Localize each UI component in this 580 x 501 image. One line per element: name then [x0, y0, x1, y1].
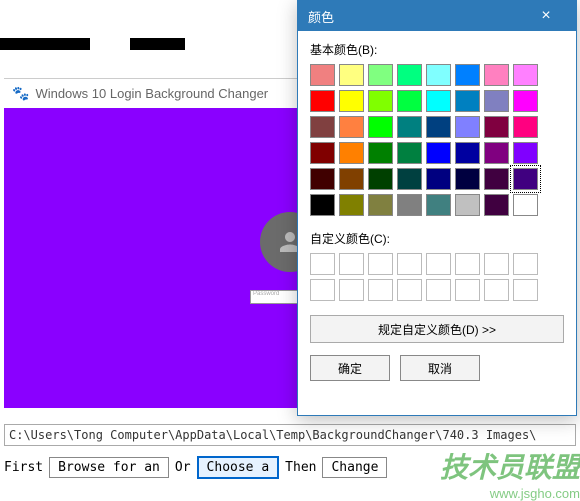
dialog-titlebar: 颜色 × — [298, 1, 576, 31]
color-swatch[interactable] — [397, 194, 422, 216]
color-swatch[interactable] — [310, 142, 335, 164]
basic-colors-label: 基本颜色(B): — [310, 41, 564, 58]
choose-button[interactable]: Choose a — [197, 456, 280, 479]
path-input[interactable]: C:\Users\Tong Computer\AppData\Local\Tem… — [4, 424, 576, 446]
ok-button[interactable]: 确定 — [310, 355, 390, 381]
color-swatch[interactable] — [368, 116, 393, 138]
color-dialog: 颜色 × 基本颜色(B): 自定义颜色(C): 规定自定义颜色(D) >> 确定… — [297, 0, 577, 416]
browse-button[interactable]: Browse for an — [49, 457, 169, 478]
color-swatch[interactable] — [310, 64, 335, 86]
dialog-close-icon[interactable]: × — [526, 1, 566, 31]
color-swatch[interactable] — [484, 194, 509, 216]
color-swatch[interactable] — [513, 64, 538, 86]
basic-color-grid — [310, 64, 564, 216]
color-swatch[interactable] — [368, 194, 393, 216]
color-swatch[interactable] — [455, 90, 480, 112]
custom-color-grid — [310, 253, 564, 301]
color-swatch[interactable] — [484, 168, 509, 190]
custom-colors-label: 自定义颜色(C): — [310, 230, 564, 247]
cancel-button[interactable]: 取消 — [400, 355, 480, 381]
color-swatch[interactable] — [513, 168, 538, 190]
color-swatch[interactable] — [397, 116, 422, 138]
custom-swatch[interactable] — [368, 253, 393, 275]
color-swatch[interactable] — [426, 194, 451, 216]
color-swatch[interactable] — [513, 142, 538, 164]
color-swatch[interactable] — [339, 90, 364, 112]
custom-swatch[interactable] — [310, 253, 335, 275]
custom-swatch[interactable] — [455, 253, 480, 275]
custom-swatch[interactable] — [397, 279, 422, 301]
color-swatch[interactable] — [368, 168, 393, 190]
custom-swatch[interactable] — [339, 253, 364, 275]
app-title: Windows 10 Login Background Changer — [35, 86, 268, 101]
color-swatch[interactable] — [397, 64, 422, 86]
color-swatch[interactable] — [426, 142, 451, 164]
color-swatch[interactable] — [484, 116, 509, 138]
color-swatch[interactable] — [513, 194, 538, 216]
custom-swatch[interactable] — [339, 279, 364, 301]
color-swatch[interactable] — [426, 116, 451, 138]
color-swatch[interactable] — [368, 90, 393, 112]
custom-swatch[interactable] — [426, 253, 451, 275]
color-swatch[interactable] — [339, 142, 364, 164]
color-swatch[interactable] — [455, 142, 480, 164]
color-swatch[interactable] — [368, 64, 393, 86]
color-swatch[interactable] — [484, 64, 509, 86]
color-swatch[interactable] — [397, 90, 422, 112]
color-swatch[interactable] — [455, 168, 480, 190]
custom-swatch[interactable] — [397, 253, 422, 275]
label-first: First — [4, 460, 43, 475]
color-swatch[interactable] — [513, 90, 538, 112]
color-swatch[interactable] — [339, 168, 364, 190]
custom-swatch[interactable] — [368, 279, 393, 301]
color-swatch[interactable] — [426, 64, 451, 86]
label-or: Or — [175, 460, 191, 475]
change-button[interactable]: Change — [322, 457, 387, 478]
dialog-title: 颜色 — [308, 7, 334, 26]
color-swatch[interactable] — [484, 142, 509, 164]
custom-swatch[interactable] — [455, 279, 480, 301]
command-row: First Browse for an Or Choose a Then Cha… — [4, 454, 576, 480]
color-swatch[interactable] — [455, 194, 480, 216]
color-swatch[interactable] — [310, 90, 335, 112]
color-swatch[interactable] — [339, 194, 364, 216]
color-swatch[interactable] — [310, 116, 335, 138]
color-swatch[interactable] — [397, 142, 422, 164]
color-swatch[interactable] — [426, 168, 451, 190]
custom-swatch[interactable] — [426, 279, 451, 301]
color-swatch[interactable] — [310, 194, 335, 216]
color-swatch[interactable] — [368, 142, 393, 164]
color-swatch[interactable] — [397, 168, 422, 190]
color-swatch[interactable] — [455, 64, 480, 86]
color-swatch[interactable] — [455, 116, 480, 138]
custom-swatch[interactable] — [513, 253, 538, 275]
custom-swatch[interactable] — [484, 253, 509, 275]
color-swatch[interactable] — [310, 168, 335, 190]
color-swatch[interactable] — [484, 90, 509, 112]
color-swatch[interactable] — [339, 116, 364, 138]
label-then: Then — [285, 460, 316, 475]
custom-swatch[interactable] — [513, 279, 538, 301]
color-swatch[interactable] — [513, 116, 538, 138]
color-swatch[interactable] — [426, 90, 451, 112]
custom-swatch[interactable] — [310, 279, 335, 301]
define-custom-button[interactable]: 规定自定义颜色(D) >> — [310, 315, 564, 343]
app-icon: 🐾 — [12, 85, 29, 102]
custom-swatch[interactable] — [484, 279, 509, 301]
color-swatch[interactable] — [339, 64, 364, 86]
